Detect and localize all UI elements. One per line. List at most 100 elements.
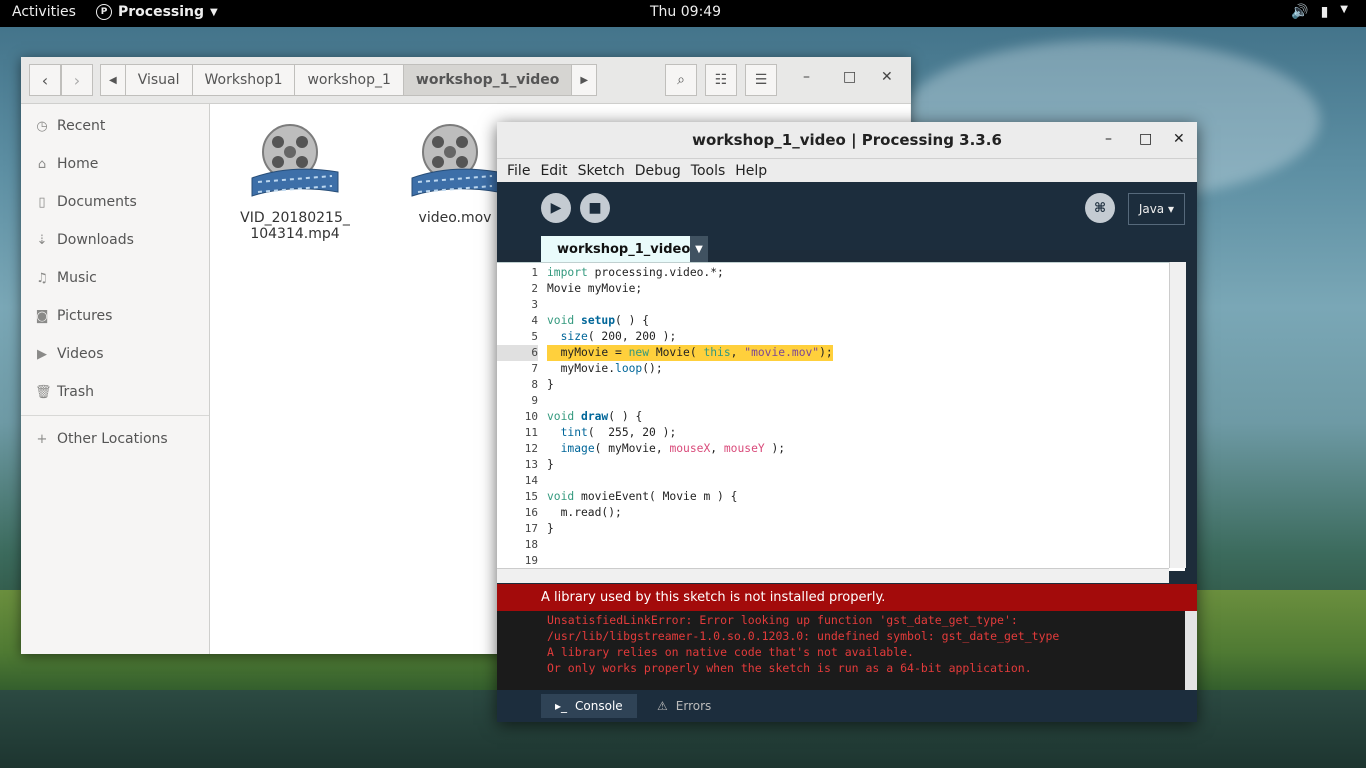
code-text: size( 200, 200 ); <box>560 330 677 343</box>
plus-icon: + <box>36 431 48 447</box>
console-line: Or only works properly when the sketch i… <box>547 661 1032 675</box>
view-toggle-button[interactable]: ☷ <box>705 64 737 96</box>
sidebar-item-label: Trash <box>57 384 94 400</box>
line-number: 4 <box>531 314 538 327</box>
home-icon: ⌂ <box>37 156 47 172</box>
music-icon: ♫ <box>36 270 48 286</box>
code-line-highlighted: 6 myMovie = new Movie( this, "movie.mov"… <box>497 345 1185 361</box>
close-button[interactable]: ✕ <box>1173 131 1185 147</box>
chevron-down-icon: ▼ <box>695 243 703 255</box>
code-line: 7 myMovie.loop(); <box>497 361 1185 377</box>
code-line: 17} <box>497 521 1185 537</box>
line-number: 16 <box>524 506 538 519</box>
breadcrumb-right-arrow[interactable]: ▶ <box>572 65 596 95</box>
minimize-button[interactable]: – <box>1105 131 1112 147</box>
sidebar-item-label: Music <box>57 270 97 286</box>
sidebar-item-trash[interactable]: 🗑 Trash <box>35 384 94 400</box>
file-item[interactable]: VID_20180215_ 104314.mp4 <box>240 122 350 242</box>
tab-console[interactable]: ▸_ Console <box>541 694 637 718</box>
line-number: 13 <box>524 458 538 471</box>
file-name: video.mov <box>418 210 492 226</box>
line-number: 18 <box>524 538 538 551</box>
forward-icon: › <box>73 70 81 90</box>
debug-button[interactable]: ⌘ <box>1085 193 1115 223</box>
menu-button[interactable]: ☰ <box>745 64 777 96</box>
processing-window: workshop_1_video | Processing 3.3.6 – □ … <box>497 122 1197 722</box>
breadcrumb-visual[interactable]: Visual <box>126 65 193 95</box>
tab-menu-button[interactable]: ▼ <box>690 236 708 262</box>
clock[interactable]: Thu 09:49 <box>650 4 721 20</box>
console-output[interactable]: UnsatisfiedLinkError: Error looking up f… <box>497 611 1185 690</box>
code-line: 10 void draw( ) { <box>497 409 1185 425</box>
mode-selector[interactable]: Java ▾ <box>1127 193 1185 225</box>
sidebar-item-documents[interactable]: ▯ Documents <box>35 194 136 210</box>
search-icon: ⌕ <box>677 72 685 88</box>
window-title: workshop_1_video | Processing 3.3.6 <box>497 122 1197 158</box>
sidebar-item-downloads[interactable]: ⇣ Downloads <box>35 232 134 248</box>
volume-icon: 🔊 <box>1291 4 1309 20</box>
code-line: 14 <box>497 473 1185 489</box>
code-editor[interactable]: 1 import processing.video.*; 2 Movie myMov… <box>497 262 1185 571</box>
app-menu-label: Processing <box>118 4 205 20</box>
code-line: 2 Movie myMovie; <box>497 281 1185 297</box>
editor-vertical-scrollbar[interactable] <box>1169 262 1186 568</box>
code-text: import processing.video.*; <box>547 266 724 279</box>
sidebar-item-other-locations[interactable]: + Other Locations <box>35 431 168 447</box>
top-bar: Activities P Processing ▼ Thu 09:49 🔊 ▮ … <box>0 0 1366 27</box>
line-number: 8 <box>531 378 538 391</box>
code-line: 5 size( 200, 200 ); <box>497 329 1185 345</box>
breadcrumb-workshop1[interactable]: Workshop1 <box>193 65 296 95</box>
code-line: 16 m.read(); <box>497 505 1185 521</box>
line-number: 12 <box>524 442 538 455</box>
warning-icon: ⚠ <box>657 699 668 713</box>
hamburger-icon: ☰ <box>754 72 768 88</box>
menu-edit[interactable]: Edit <box>540 163 567 179</box>
files-sidebar: ◷ Recent ⌂ Home ▯ Documents ⇣ Downloads ♫ Mus… <box>21 104 210 654</box>
line-number: 15 <box>524 490 538 503</box>
code-text: void setup( ) { <box>547 314 650 327</box>
code-line: 3 <box>497 297 1185 313</box>
breadcrumb-workshop-1[interactable]: workshop_1 <box>295 65 404 95</box>
menu-sketch[interactable]: Sketch <box>578 163 625 179</box>
search-button[interactable]: ⌕ <box>665 64 697 96</box>
battery-icon: ▮ <box>1320 4 1329 20</box>
line-number: 19 <box>524 554 538 567</box>
menu-tools[interactable]: Tools <box>691 163 726 179</box>
back-button[interactable]: ‹ <box>29 64 61 96</box>
close-button[interactable]: ✕ <box>881 69 893 85</box>
camera-icon: ◙ <box>35 308 49 324</box>
breadcrumb-left-arrow[interactable]: ◀ <box>101 65 126 95</box>
sidebar-item-recent[interactable]: ◷ Recent <box>35 118 105 134</box>
app-menu[interactable]: P Processing ▼ <box>96 4 218 20</box>
stop-button[interactable]: ■ <box>580 193 610 223</box>
console-scrollbar[interactable] <box>1185 611 1197 690</box>
menu-file[interactable]: File <box>507 163 530 179</box>
editor-horizontal-scrollbar[interactable] <box>497 568 1169 583</box>
activities-button[interactable]: Activities <box>12 4 76 20</box>
system-tray[interactable]: 🔊 ▮ ▼ <box>1291 4 1348 20</box>
tab-errors[interactable]: ⚠ Errors <box>643 694 725 718</box>
line-number: 9 <box>531 394 538 407</box>
minimize-button[interactable]: – <box>803 69 810 85</box>
sidebar-item-home[interactable]: ⌂ Home <box>35 156 98 172</box>
code-text: image( myMovie, mouseX, mouseY ); <box>560 442 786 455</box>
sidebar-item-pictures[interactable]: ◙ Pictures <box>35 308 113 324</box>
trash-icon: 🗑 <box>35 384 52 400</box>
tab-sketch[interactable]: workshop_1_video <box>541 236 707 262</box>
menu-help[interactable]: Help <box>735 163 767 179</box>
run-button[interactable]: ▶ <box>541 193 571 223</box>
line-number: 6 <box>497 345 538 361</box>
maximize-button[interactable]: □ <box>1139 131 1152 147</box>
sidebar-item-music[interactable]: ♫ Music <box>35 270 97 286</box>
forward-button[interactable]: › <box>61 64 93 96</box>
footer-tabs: ▸_ Console ⚠ Errors <box>497 690 1197 722</box>
menu-debug[interactable]: Debug <box>635 163 681 179</box>
file-item[interactable]: video.mov <box>400 122 510 226</box>
maximize-button[interactable]: □ <box>843 69 856 85</box>
code-line: 18 <box>497 537 1185 553</box>
debugger-icon: ⌘ <box>1093 200 1107 216</box>
sidebar-item-videos[interactable]: ▶ Videos <box>35 346 104 362</box>
sidebar-item-label: Videos <box>57 346 104 362</box>
code-line: 8} <box>497 377 1185 393</box>
breadcrumb-workshop-1-video[interactable]: workshop_1_video <box>403 65 573 95</box>
